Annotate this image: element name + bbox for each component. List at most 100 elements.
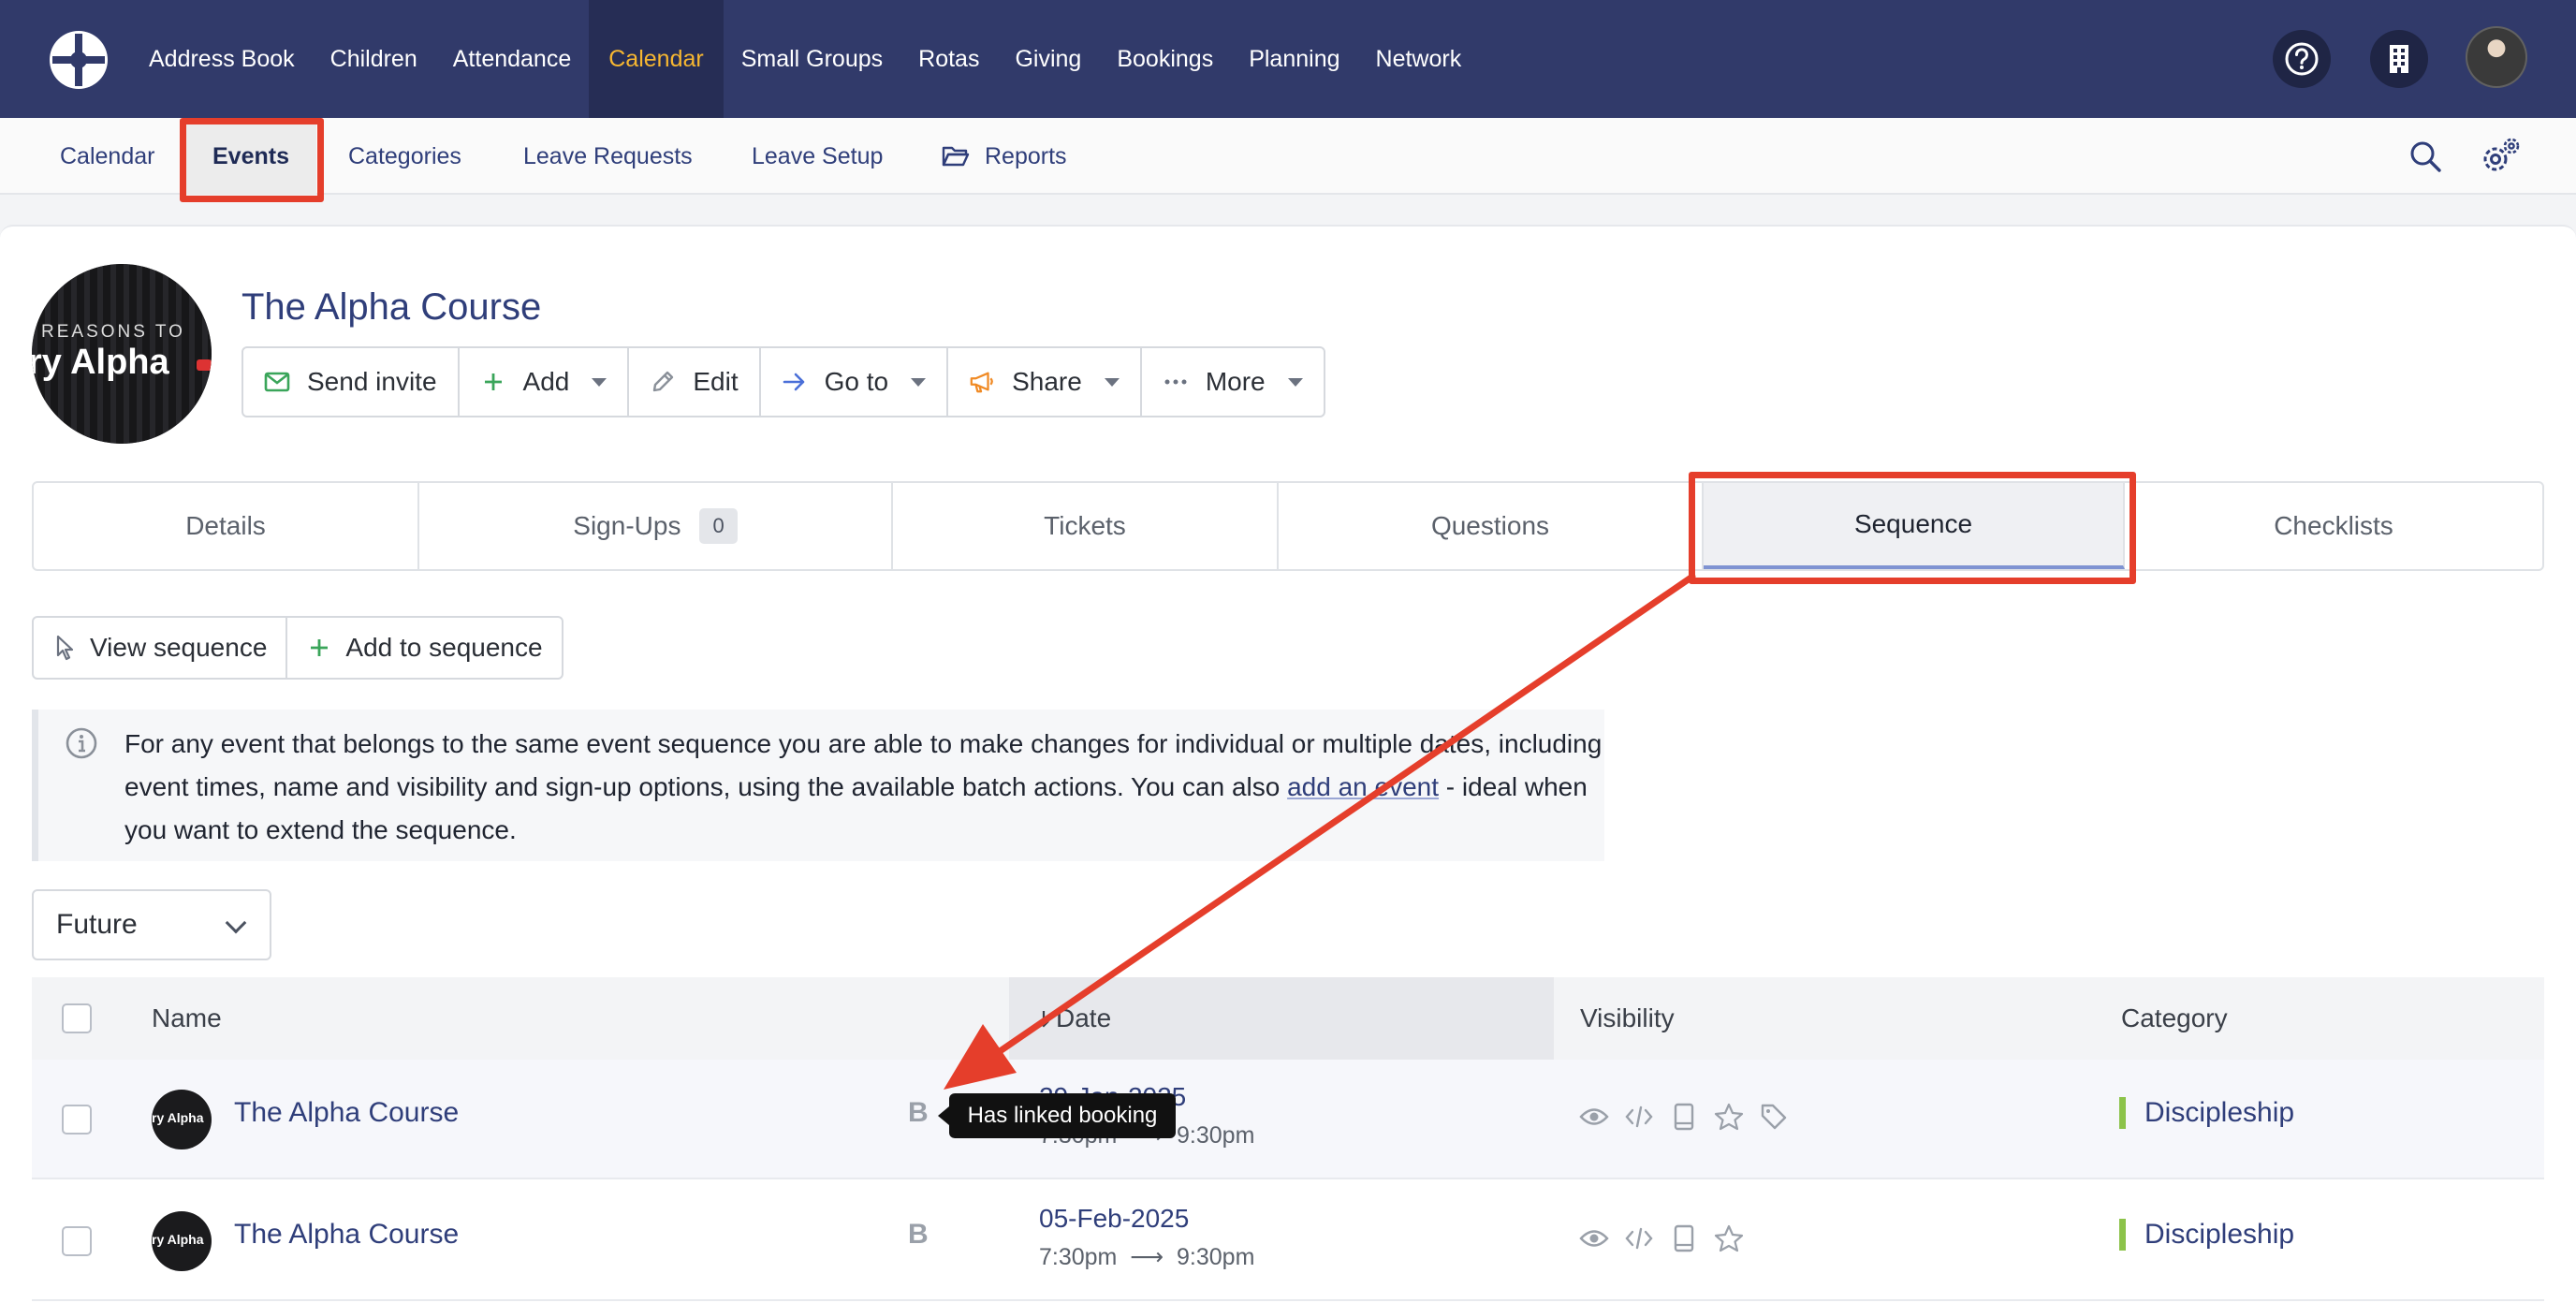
embed-code-icon [1623, 1101, 1655, 1133]
plus-icon [306, 635, 332, 661]
subnav-reports[interactable]: Reports [942, 118, 1067, 195]
pointer-cursor-icon [52, 635, 79, 661]
arrow-right-icon [782, 369, 808, 395]
select-all-checkbox[interactable] [62, 1003, 92, 1033]
add-to-sequence-label: Add to sequence [345, 633, 543, 662]
ellipsis-icon [1163, 369, 1189, 395]
linked-booking-icon[interactable]: B [908, 1097, 929, 1129]
view-sequence-button[interactable]: View sequence [34, 618, 288, 678]
nav-network[interactable]: Network [1358, 0, 1480, 118]
search-icon[interactable] [2408, 139, 2443, 174]
tag-icon [1758, 1101, 1790, 1133]
nav-children[interactable]: Children [313, 0, 435, 118]
envelope-icon [264, 369, 290, 395]
page-title: The Alpha Course [242, 286, 542, 328]
subnav-leave-requests[interactable]: Leave Requests [523, 118, 693, 195]
tab-sign-ups[interactable]: Sign-Ups 0 [419, 483, 893, 569]
tab-sign-ups-label: Sign-Ups [573, 511, 681, 540]
row-visibility-icons [1578, 1101, 1790, 1133]
tab-details[interactable]: Details [34, 483, 419, 569]
help-button[interactable] [2273, 30, 2331, 88]
subnav-leave-setup[interactable]: Leave Setup [752, 118, 883, 195]
building-icon [2390, 45, 2408, 73]
column-header-category[interactable]: Category [2121, 977, 2228, 1060]
share-dropdown-button[interactable]: Share [948, 348, 1142, 416]
edit-button[interactable]: Edit [629, 348, 761, 416]
plus-icon [480, 369, 506, 395]
date-filter-select[interactable]: Future [32, 889, 271, 960]
subnav-calendar[interactable]: Calendar [60, 118, 154, 195]
table-row[interactable]: ry Alpha The Alpha Course B 05-Feb-2025 … [32, 1181, 2544, 1301]
top-navigation-bar: Address Book Children Attendance Calenda… [0, 0, 2576, 118]
tablet-icon [1668, 1101, 1700, 1133]
event-tabs: Details Sign-Ups 0 Tickets Questions Seq… [32, 481, 2544, 571]
eye-icon [1578, 1101, 1610, 1133]
pencil-icon [650, 369, 676, 395]
event-action-toolbar: Send invite Add Edit Go to Share More [242, 346, 1325, 417]
row-event-avatar: ry Alpha [152, 1090, 212, 1149]
table-row[interactable]: ry Alpha The Alpha Course B 29-Jan-2025 … [32, 1060, 2544, 1179]
add-to-sequence-button[interactable]: Add to sequence [287, 618, 561, 678]
column-header-visibility[interactable]: Visibility [1580, 977, 1675, 1060]
nav-planning[interactable]: Planning [1231, 0, 1357, 118]
organisation-button[interactable] [2370, 30, 2428, 88]
column-header-date-label: Date [1056, 1003, 1112, 1032]
row-avatar-text: ry Alpha [152, 1232, 204, 1247]
nav-rotas[interactable]: Rotas [900, 0, 997, 118]
subnav-categories[interactable]: Categories [348, 118, 461, 195]
tab-checklists[interactable]: Checklists [2125, 483, 2542, 569]
row-event-name-link[interactable]: The Alpha Course [234, 1219, 459, 1251]
column-header-date[interactable]: Date [1037, 977, 1111, 1060]
help-icon [2285, 42, 2319, 76]
more-label: More [1205, 367, 1266, 396]
caret-down-icon [1104, 377, 1120, 387]
view-sequence-label: View sequence [90, 633, 268, 662]
sub-navigation-bar: Calendar Events Categories Leave Request… [0, 118, 2576, 195]
row-visibility-icons [1578, 1222, 1745, 1254]
event-avatar-text-top: REASONS TO [41, 322, 185, 342]
caret-down-icon [592, 377, 607, 387]
nav-calendar[interactable]: Calendar [589, 0, 724, 118]
event-avatar-text-main: ry Alpha [32, 343, 169, 382]
user-avatar[interactable] [2466, 26, 2527, 88]
row-event-name-link[interactable]: The Alpha Course [234, 1097, 459, 1129]
row-end-time: 9:30pm [1177, 1122, 1255, 1149]
send-invite-button[interactable]: Send invite [243, 348, 460, 416]
table-header: Name Date Visibility Category [32, 977, 2544, 1060]
row-checkbox[interactable] [62, 1105, 92, 1135]
sequence-info-box: For any event that belongs to the same e… [32, 710, 1604, 861]
add-an-event-link[interactable]: add an event [1287, 772, 1439, 801]
tab-questions[interactable]: Questions [1279, 483, 1704, 569]
star-icon [1713, 1101, 1745, 1133]
column-header-name[interactable]: Name [152, 977, 222, 1060]
nav-attendance[interactable]: Attendance [435, 0, 590, 118]
more-dropdown-button[interactable]: More [1142, 348, 1324, 416]
sort-arrow-icon [1038, 1011, 1049, 1028]
star-icon [1713, 1222, 1745, 1254]
add-label: Add [522, 367, 570, 396]
row-start-time: 7:30pm [1039, 1244, 1118, 1270]
row-category[interactable]: Discipleship [2119, 1219, 2294, 1251]
row-event-date-link[interactable]: 05-Feb-2025 [1039, 1204, 1189, 1234]
caret-down-icon [1287, 377, 1303, 387]
embed-code-icon [1623, 1222, 1655, 1254]
go-to-dropdown-button[interactable]: Go to [761, 348, 949, 416]
go-to-label: Go to [824, 367, 889, 396]
nav-bookings[interactable]: Bookings [1099, 0, 1231, 118]
linked-booking-icon[interactable]: B [908, 1219, 929, 1251]
nav-address-book[interactable]: Address Book [131, 0, 313, 118]
row-end-time: 9:30pm [1177, 1244, 1255, 1270]
nav-giving[interactable]: Giving [997, 0, 1099, 118]
row-checkbox[interactable] [62, 1226, 92, 1256]
tab-tickets[interactable]: Tickets [893, 483, 1279, 569]
app-logo-icon[interactable] [47, 28, 110, 92]
caret-down-icon [911, 377, 927, 387]
event-avatar: REASONS TO ry Alpha [32, 264, 212, 444]
row-event-avatar: ry Alpha [152, 1211, 212, 1271]
edit-label: Edit [693, 367, 739, 396]
add-dropdown-button[interactable]: Add [460, 348, 630, 416]
settings-gear-icon[interactable] [2481, 137, 2522, 176]
nav-small-groups[interactable]: Small Groups [724, 0, 900, 118]
annotation-highlight-sequence [1689, 472, 2136, 584]
row-category[interactable]: Discipleship [2119, 1097, 2294, 1129]
